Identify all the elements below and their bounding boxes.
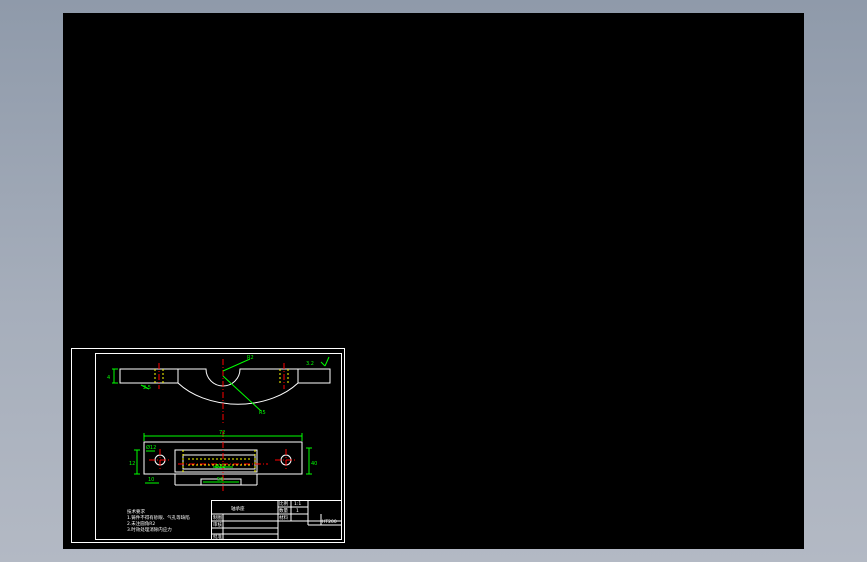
notes-heading: 技术要求 bbox=[127, 508, 145, 515]
title-material-value: HT200 bbox=[322, 519, 337, 525]
title-qty-label: 数量 bbox=[279, 507, 288, 514]
title-part-name: 轴承座 bbox=[231, 505, 245, 512]
dim-side-height: 40 bbox=[311, 461, 317, 467]
title-scale-label: 比例 bbox=[279, 500, 288, 507]
notes-line-3: 3.时效处理消除内应力 bbox=[127, 526, 172, 533]
dim-left-height: 4 bbox=[107, 375, 110, 381]
technical-notes: 技术要求 1.铸件不得有砂眼、气孔等缺陷 2.未注圆角R2 3.时效处理消除内应… bbox=[127, 508, 190, 533]
title-approved-label: 批准 bbox=[213, 533, 222, 540]
dim-left-bottom: 10 bbox=[148, 477, 154, 483]
title-qty-value: 1 bbox=[296, 508, 299, 514]
dim-bore: Ø22 bbox=[215, 463, 225, 470]
dim-roughness: 3.2 bbox=[306, 361, 314, 367]
title-material-label: 材料 bbox=[279, 514, 288, 521]
top-view bbox=[119, 368, 331, 405]
top-view-hidden-holes bbox=[154, 369, 289, 383]
title-drawn-label: 制图 bbox=[213, 514, 222, 521]
title-checked-label: 审核 bbox=[213, 521, 222, 528]
cad-drawing-canvas[interactable]: R2 R5 3.2 4 2.5 72 Ø12 12 Ø22 50 40 10 技… bbox=[63, 13, 804, 549]
dim-left-offset: 2.5 bbox=[143, 385, 151, 391]
dim-overall-length: 72 bbox=[219, 430, 225, 436]
dim-top-radius: R2 bbox=[247, 355, 254, 361]
dim-top-radius-small: R5 bbox=[259, 410, 266, 416]
dim-base-hole-left: Ø12 bbox=[146, 444, 156, 451]
dim-base-hole-depth: 12 bbox=[129, 461, 135, 467]
notes-line-1: 1.铸件不得有砂眼、气孔等缺陷 bbox=[127, 514, 190, 521]
notes-line-2: 2.未注圆角R2 bbox=[127, 520, 155, 527]
dim-base-bottom: 50 bbox=[217, 477, 223, 483]
title-scale-value: 1:1 bbox=[294, 501, 301, 507]
drawing-viewport[interactable]: R2 R5 3.2 4 2.5 72 Ø12 12 Ø22 50 40 10 技… bbox=[63, 13, 804, 549]
